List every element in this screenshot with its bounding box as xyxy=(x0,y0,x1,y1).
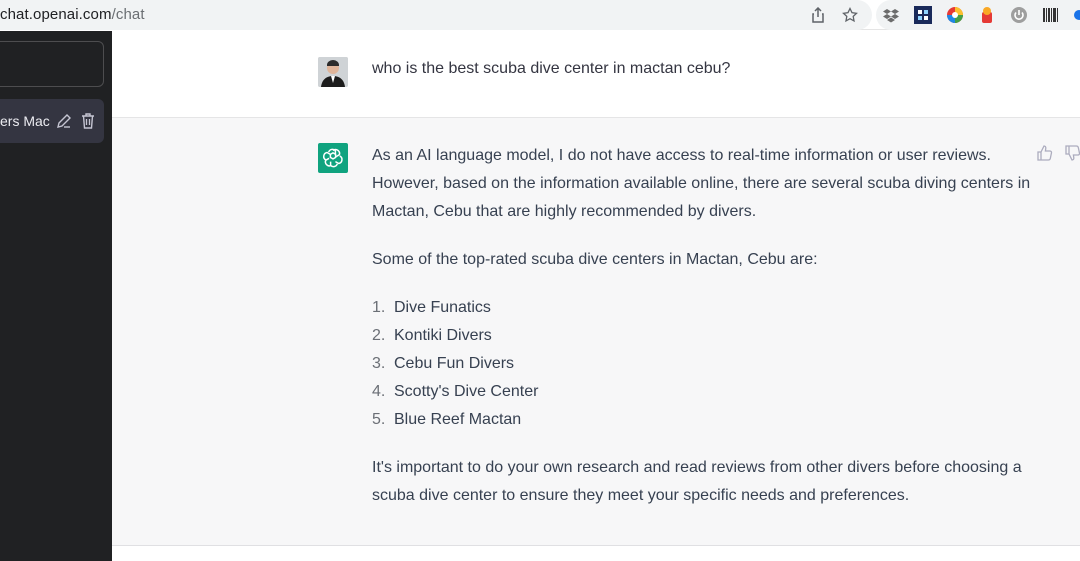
share-icon[interactable] xyxy=(809,6,827,24)
sidebar-conversation-item[interactable]: ers Mac xyxy=(0,99,104,143)
user-avatar xyxy=(318,57,348,87)
new-chat-button[interactable] xyxy=(0,41,104,87)
list-item: 2. Kontiki Divers xyxy=(372,322,1044,350)
conversation-title: ers Mac xyxy=(0,113,50,129)
power-extension-icon[interactable] xyxy=(1010,6,1028,24)
list-number: 1. xyxy=(372,299,386,316)
list-number: 3. xyxy=(372,355,386,372)
list-item-text: Dive Funatics xyxy=(394,299,491,316)
list-item-text: Blue Reef Mactan xyxy=(394,411,522,428)
assistant-closing: It's important to do your own research a… xyxy=(372,459,1022,504)
assistant-intro: As an AI language model, I do not have a… xyxy=(372,147,1031,220)
assistant-list-heading: Some of the top-rated scuba dive centers… xyxy=(372,251,818,268)
assistant-message-text: As an AI language model, I do not have a… xyxy=(372,142,1044,530)
list-item-text: Scotty's Dive Center xyxy=(394,383,539,400)
list-number: 4. xyxy=(372,383,386,400)
edit-icon[interactable] xyxy=(56,113,72,129)
chat-main: who is the best scuba dive center in mac… xyxy=(112,31,1080,561)
thumbs-down-icon[interactable] xyxy=(1064,144,1080,162)
thumbs-up-icon[interactable] xyxy=(1036,144,1054,162)
barcode-extension-icon[interactable] xyxy=(1042,6,1060,24)
blue-extension-icon[interactable] xyxy=(1072,6,1080,24)
dropbox-extension-icon[interactable] xyxy=(882,6,900,24)
sidebar: ers Mac xyxy=(0,31,112,561)
trash-icon[interactable] xyxy=(80,112,96,129)
list-item: 4. Scotty's Dive Center xyxy=(372,378,1044,406)
list-item: 1. Dive Funatics xyxy=(372,294,1044,322)
user-message-text: who is the best scuba dive center in mac… xyxy=(372,60,731,77)
dive-center-list: 1. Dive Funatics 2. Kontiki Divers 3. Cebu … xyxy=(372,294,1044,434)
list-item-text: Cebu Fun Divers xyxy=(394,355,515,372)
extensions-bar xyxy=(876,0,1080,30)
openai-logo-icon xyxy=(318,143,348,173)
red-extension-icon[interactable] xyxy=(978,6,996,24)
url-text[interactable]: chat.openai.com/chat xyxy=(0,6,145,23)
bookmark-star-icon[interactable] xyxy=(841,6,859,24)
address-bar[interactable]: chat.openai.com/chat xyxy=(0,0,872,30)
color-wheel-extension-icon[interactable] xyxy=(946,6,964,24)
list-item-text: Kontiki Divers xyxy=(394,327,492,344)
user-message-row: who is the best scuba dive center in mac… xyxy=(112,31,1080,118)
url-host: chat.openai.com xyxy=(0,6,112,23)
browser-toolbar: chat.openai.com/chat xyxy=(0,0,1080,30)
list-item: 3. Cebu Fun Divers xyxy=(372,350,1044,378)
url-path: /chat xyxy=(111,6,145,23)
list-number: 5. xyxy=(372,411,386,428)
assistant-message-row: As an AI language model, I do not have a… xyxy=(112,118,1080,546)
qr-extension-icon[interactable] xyxy=(914,6,932,24)
list-number: 2. xyxy=(372,327,386,344)
list-item: 5. Blue Reef Mactan xyxy=(372,406,1044,434)
